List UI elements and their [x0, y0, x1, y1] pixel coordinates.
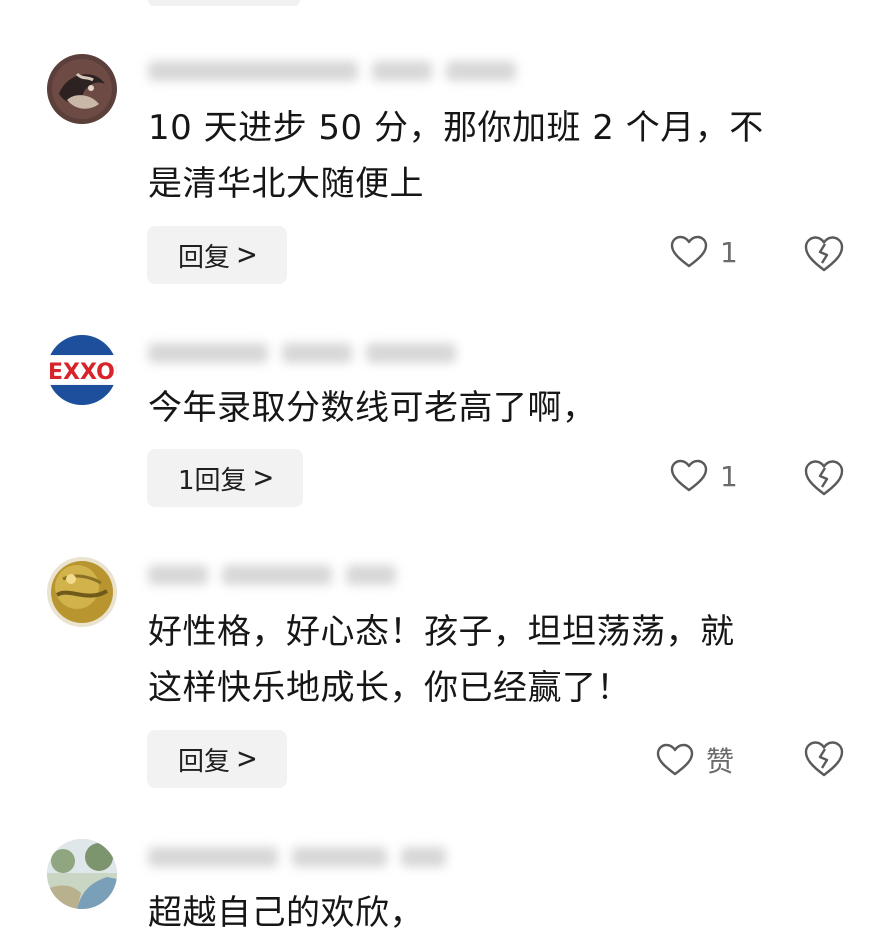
- reply-label: 回复: [178, 746, 231, 777]
- chevron-right-icon: >: [236, 742, 258, 776]
- comment-text: 好性格，好心态！孩子，坦坦荡荡，就 这样快乐地成长，你已经赢了！: [148, 612, 735, 708]
- previous-reply-button-stub[interactable]: [148, 0, 300, 6]
- reply-button[interactable]: 1回复 >: [147, 449, 304, 507]
- user-avatar[interactable]: [47, 839, 117, 909]
- like-count: 1: [720, 235, 738, 269]
- user-avatar[interactable]: [47, 557, 117, 627]
- comment-text: 超越自己的欢欣，: [148, 893, 424, 933]
- blurred-user-meta: [148, 562, 410, 588]
- like-button[interactable]: 1: [670, 459, 738, 493]
- heart-icon: [670, 459, 708, 492]
- park-path-avatar-icon: [47, 839, 117, 909]
- dragon-art-avatar-icon: [47, 54, 117, 124]
- user-avatar[interactable]: EXXON: [47, 335, 117, 405]
- like-button[interactable]: 赞: [656, 740, 734, 780]
- svg-text:EXXON: EXXON: [48, 360, 117, 385]
- like-button[interactable]: 1: [670, 235, 738, 269]
- heart-icon: [670, 235, 708, 268]
- broken-heart-icon[interactable]: [804, 235, 844, 273]
- blurred-user-meta: [148, 844, 460, 870]
- reply-label: 回复: [178, 242, 231, 273]
- chevron-right-icon: >: [236, 238, 258, 272]
- reply-label: 1回复: [178, 465, 247, 496]
- golden-sphere-avatar-icon: [47, 557, 117, 627]
- reply-button[interactable]: 回复 >: [147, 226, 287, 284]
- comment-text: 10 天进步 50 分，那你加班 2 个月，不 是清华北大随便上: [148, 108, 764, 204]
- reply-button[interactable]: 回复 >: [147, 730, 287, 788]
- broken-heart-icon[interactable]: [804, 740, 844, 778]
- chevron-right-icon: >: [252, 461, 275, 495]
- exxon-logo-avatar-icon: EXXON: [47, 335, 117, 405]
- like-label: 赞: [706, 745, 735, 778]
- broken-heart-icon[interactable]: [804, 459, 844, 497]
- comment-text: 今年录取分数线可老高了啊，: [148, 388, 597, 428]
- blurred-user-meta: [148, 58, 530, 84]
- heart-icon: [656, 743, 694, 776]
- blurred-user-meta: [148, 340, 470, 366]
- user-avatar[interactable]: [47, 54, 117, 124]
- like-count: 1: [720, 459, 738, 493]
